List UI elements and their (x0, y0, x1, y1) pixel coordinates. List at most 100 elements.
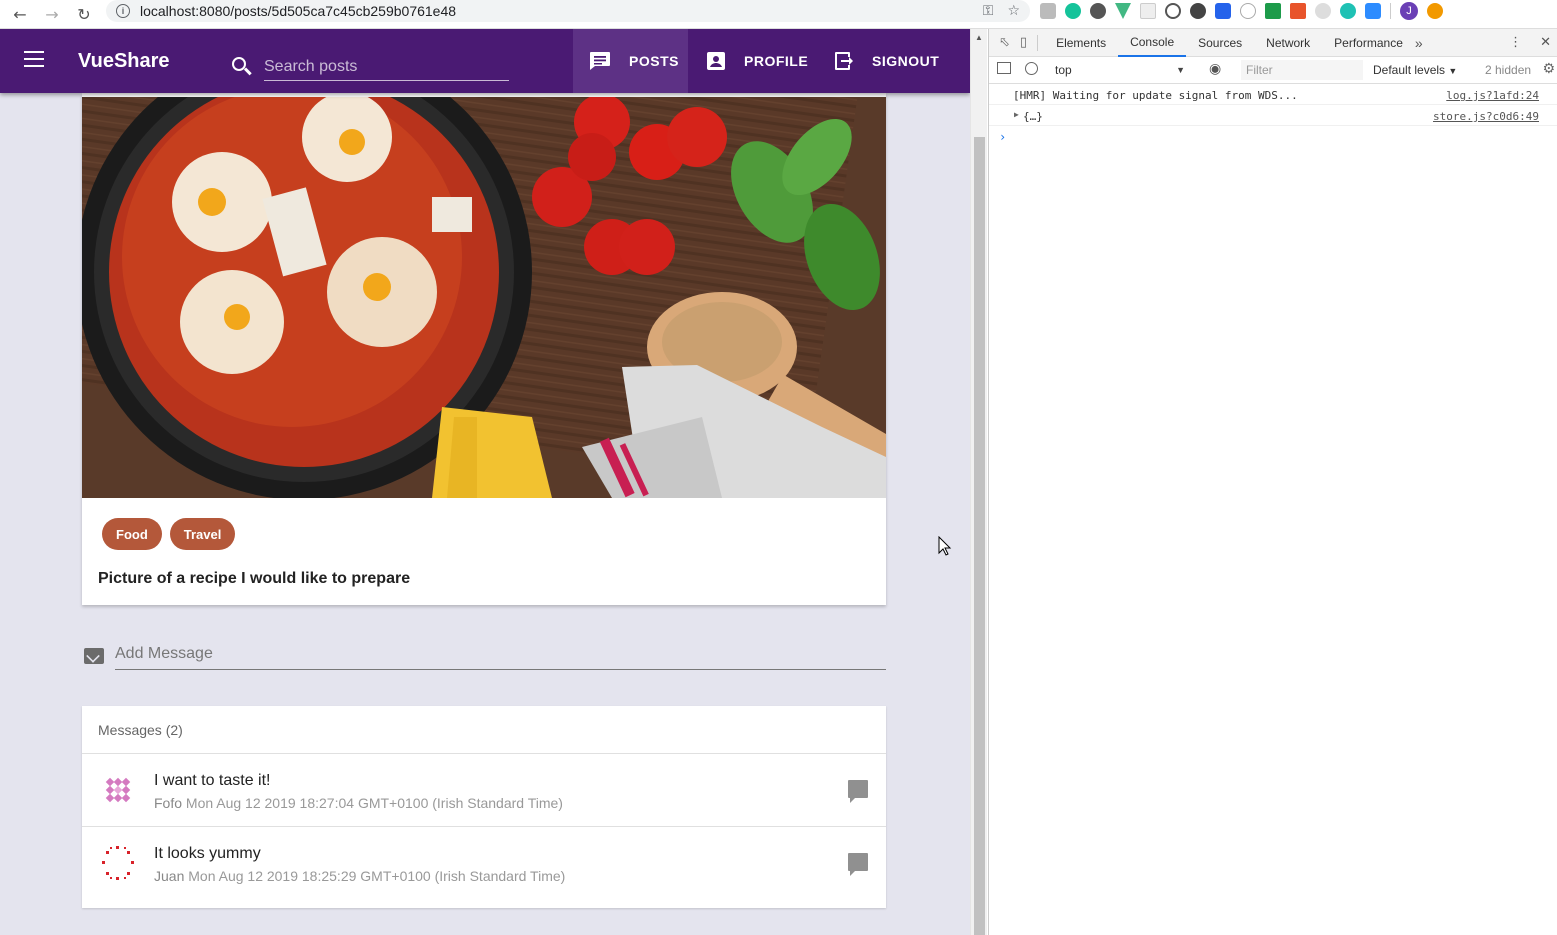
hidden-count: 2 hidden (1485, 63, 1532, 77)
tab-elements[interactable]: Elements (1044, 29, 1118, 57)
email-icon (84, 648, 104, 664)
message-meta: Juan Mon Aug 12 2019 18:25:29 GMT+0100 (… (154, 868, 565, 884)
message-date: Mon Aug 12 2019 18:27:04 GMT+0100 (Irish… (185, 795, 563, 811)
category-chips: Food Travel (102, 518, 236, 550)
app-toolbar: VueShare POSTS PROFILE SIGNOUT (0, 29, 970, 93)
console-source-link[interactable]: store.js?c0d6:49 (1433, 110, 1539, 123)
nav-posts-label: POSTS (629, 53, 679, 69)
dropdown-icon: ▼ (1176, 65, 1185, 75)
console-text: {…} (1023, 110, 1043, 123)
console-prompt[interactable]: › (989, 126, 1557, 148)
post-title: Picture of a recipe I would like to prep… (98, 570, 411, 587)
chat-icon (589, 50, 611, 72)
exit-icon (832, 50, 854, 72)
extension-icon[interactable] (1140, 3, 1156, 19)
url-text: localhost:8080/posts/5d505ca7c45cb259b07… (140, 3, 457, 19)
address-bar[interactable]: i localhost:8080/posts/5d505ca7c45cb259b… (106, 0, 1030, 22)
extensions-bar: J (1040, 2, 1443, 20)
console-message: [HMR] Waiting for update signal from WDS… (989, 84, 1557, 105)
eye-icon[interactable]: ◉ (1209, 61, 1221, 77)
close-icon[interactable]: ✕ (1540, 35, 1551, 50)
search-input[interactable] (264, 53, 509, 81)
more-tabs-icon[interactable]: » (1415, 35, 1423, 51)
message-text: I want to taste it! (154, 772, 271, 789)
update-icon[interactable] (1427, 3, 1443, 19)
log-levels-label: Default levels (1373, 63, 1446, 77)
console-text: [HMR] Waiting for update signal from WDS… (1013, 89, 1298, 102)
reload-icon[interactable]: ↻ (68, 0, 100, 29)
extension-icon[interactable] (1040, 3, 1056, 19)
zoom-icon[interactable] (1365, 3, 1381, 19)
key-icon[interactable]: ⚿ (983, 3, 994, 19)
extension-icon[interactable] (1240, 3, 1256, 19)
extension-icon[interactable] (1215, 3, 1231, 19)
divider (1037, 34, 1039, 51)
post-card: Food Travel Picture of a recipe I would … (82, 93, 886, 605)
context-select[interactable]: top ▼ (1055, 61, 1185, 79)
app-viewport: VueShare POSTS PROFILE SIGNOUT (0, 29, 970, 935)
message-meta: Fofo Mon Aug 12 2019 18:27:04 GMT+0100 (… (154, 795, 563, 811)
clear-console-icon[interactable] (1025, 62, 1038, 75)
extension-icon[interactable] (1290, 3, 1306, 19)
category-chip[interactable]: Food (102, 518, 162, 550)
nav-posts-button[interactable]: POSTS (573, 29, 688, 93)
sidebar-toggle-icon[interactable] (997, 62, 1011, 74)
star-icon[interactable]: ☆ (1007, 3, 1020, 19)
kebab-menu-icon[interactable]: ⋮ (1509, 35, 1522, 50)
site-info-icon[interactable]: i (116, 4, 130, 18)
tab-sources[interactable]: Sources (1186, 29, 1254, 57)
forward-arrow-icon[interactable]: → (36, 0, 68, 29)
message-item[interactable]: It looks yummy Juan Mon Aug 12 2019 18:2… (82, 827, 886, 900)
add-message-field (82, 639, 886, 675)
console-message[interactable]: ▶ {…} store.js?c0d6:49 (989, 105, 1557, 126)
message-author: Juan (154, 868, 185, 884)
category-chip[interactable]: Travel (169, 518, 236, 550)
vue-devtools-icon[interactable] (1115, 3, 1131, 19)
extension-icon[interactable] (1265, 3, 1281, 19)
context-value: top (1055, 63, 1072, 77)
page-scrollbar[interactable]: ▲ (970, 29, 987, 935)
message-input[interactable] (115, 639, 886, 670)
tab-performance[interactable]: Performance (1322, 29, 1415, 57)
expand-triangle-icon[interactable]: ▶ (1014, 110, 1019, 119)
console-toolbar: top ▼ ◉ Filter Default levels ▼ 2 hidden… (989, 57, 1557, 84)
log-levels-select[interactable]: Default levels ▼ (1373, 63, 1457, 77)
tab-console[interactable]: Console (1118, 29, 1187, 57)
console-filter-input[interactable]: Filter (1241, 60, 1363, 80)
message-author: Fofo (154, 795, 183, 811)
settings-icon[interactable]: ⚙ (1542, 61, 1555, 77)
extension-icon[interactable] (1090, 3, 1106, 19)
messages-header: Messages (2) (82, 706, 886, 754)
tab-network[interactable]: Network (1254, 29, 1322, 57)
nav-signout-button[interactable]: SIGNOUT (816, 29, 956, 93)
back-arrow-icon[interactable]: ← (4, 0, 36, 29)
inspect-icon[interactable]: ⬁ (999, 35, 1010, 50)
nav-profile-button[interactable]: PROFILE (690, 29, 818, 93)
device-toolbar-icon[interactable]: ▯ (1020, 35, 1027, 50)
menu-icon[interactable] (24, 51, 44, 67)
comment-icon[interactable] (848, 853, 868, 876)
extension-icon[interactable] (1340, 3, 1356, 19)
devtools-panel: ⬁ ▯ Elements Console Sources Network Per… (988, 29, 1557, 935)
extension-icon[interactable] (1315, 3, 1331, 19)
dark-mode-icon[interactable] (1190, 3, 1206, 19)
scrollbar-thumb[interactable] (974, 137, 985, 935)
grammarly-icon[interactable] (1065, 3, 1081, 19)
app-brand[interactable]: VueShare (78, 50, 170, 73)
search-icon (232, 57, 246, 71)
profile-avatar[interactable]: J (1400, 2, 1418, 20)
messages-list: Messages (2) I want to taste it! Fofo Mo… (82, 706, 886, 908)
message-date: Mon Aug 12 2019 18:25:29 GMT+0100 (Irish… (188, 868, 566, 884)
post-image[interactable] (82, 97, 886, 498)
scroll-up-icon[interactable]: ▲ (975, 33, 983, 42)
browser-toolbar: ← → ↻ i localhost:8080/posts/5d505ca7c45… (0, 0, 1557, 29)
message-item[interactable]: I want to taste it! Fofo Mon Aug 12 2019… (82, 754, 886, 827)
console-source-link[interactable]: log.js?1afd:24 (1446, 89, 1539, 102)
divider (1390, 3, 1391, 19)
search-box (232, 49, 509, 85)
avatar (98, 843, 138, 883)
comment-icon[interactable] (848, 780, 868, 803)
account-box-icon (706, 50, 726, 72)
message-text: It looks yummy (154, 845, 261, 862)
extension-icon[interactable] (1165, 3, 1181, 19)
